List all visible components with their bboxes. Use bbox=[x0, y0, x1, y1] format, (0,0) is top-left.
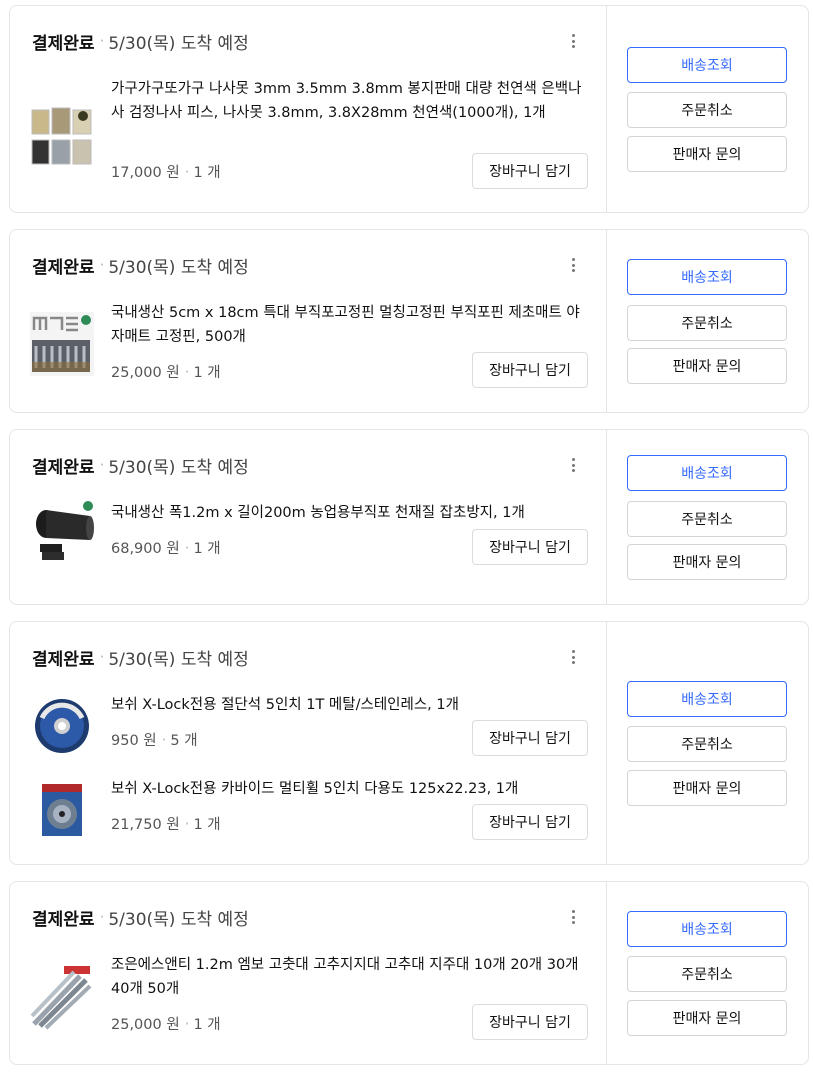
cancel-order-button[interactable]: 주문취소 bbox=[627, 92, 787, 128]
product-thumbnail[interactable] bbox=[30, 104, 94, 168]
more-options-icon[interactable] bbox=[563, 454, 583, 476]
order-card: 결제완료 · 5/30(목) 도착 예정 국내생산 폭1.2m x 길이200m… bbox=[9, 429, 809, 605]
order-header: 결제완료 · 5/30(목) 도착 예정 bbox=[32, 644, 249, 670]
arrival-date: 5/30(목) 도착 예정 bbox=[108, 649, 249, 670]
seller-inquiry-button[interactable]: 판매자 문의 bbox=[627, 1000, 787, 1036]
separator-dot: · bbox=[99, 32, 105, 50]
more-options-icon[interactable] bbox=[563, 646, 583, 668]
seller-inquiry-button[interactable]: 판매자 문의 bbox=[627, 544, 787, 580]
add-to-cart-button[interactable]: 장바구니 담기 bbox=[472, 1004, 588, 1040]
product-price: 68,900 원 · 1 개 bbox=[111, 537, 221, 558]
add-to-cart-button[interactable]: 장바구니 담기 bbox=[472, 529, 588, 565]
order-card: 결제완료 · 5/30(목) 도착 예정 가구가구또가구 나사못 3mm 3.5… bbox=[9, 5, 809, 213]
seller-inquiry-button[interactable]: 판매자 문의 bbox=[627, 348, 787, 384]
track-shipment-button[interactable]: 배송조회 bbox=[627, 259, 787, 295]
add-to-cart-button[interactable]: 장바구니 담기 bbox=[472, 804, 588, 840]
price-amount: 25,000 원 bbox=[111, 1017, 180, 1033]
product-name[interactable]: 보쉬 X-Lock전용 카바이드 멀티휠 5인치 다용도 125x22.23, … bbox=[111, 777, 591, 801]
quantity: 1 개 bbox=[193, 1017, 221, 1033]
separator-dot: · bbox=[184, 815, 190, 833]
product-name[interactable]: 국내생산 폭1.2m x 길이200m 농업용부직포 천재질 잡초방지, 1개 bbox=[111, 501, 591, 525]
arrival-date: 5/30(목) 도착 예정 bbox=[108, 909, 249, 930]
track-shipment-button[interactable]: 배송조회 bbox=[627, 911, 787, 947]
track-shipment-button[interactable]: 배송조회 bbox=[627, 47, 787, 83]
product-thumbnail[interactable] bbox=[30, 966, 94, 1030]
separator-dot: · bbox=[184, 363, 190, 381]
order-card: 결제완료 · 5/30(목) 도착 예정 보쉬 X-Lock전용 절단석 5인치… bbox=[9, 621, 809, 865]
quantity: 1 개 bbox=[193, 165, 221, 181]
track-shipment-button[interactable]: 배송조회 bbox=[627, 455, 787, 491]
arrival-date: 5/30(목) 도착 예정 bbox=[108, 457, 249, 478]
track-shipment-button[interactable]: 배송조회 bbox=[627, 681, 787, 717]
order-header: 결제완료 · 5/30(목) 도착 예정 bbox=[32, 452, 249, 478]
separator-dot: · bbox=[99, 256, 105, 274]
order-header: 결제완료 · 5/30(목) 도착 예정 bbox=[32, 252, 249, 278]
more-options-icon[interactable] bbox=[563, 254, 583, 276]
order-actions: 배송조회 주문취소 판매자 문의 bbox=[606, 622, 808, 864]
price-amount: 17,000 원 bbox=[111, 165, 180, 181]
cancel-order-button[interactable]: 주문취소 bbox=[627, 305, 787, 341]
order-items: 결제완료 · 5/30(목) 도착 예정 보쉬 X-Lock전용 절단석 5인치… bbox=[10, 622, 608, 864]
order-actions: 배송조회 주문취소 판매자 문의 bbox=[606, 430, 808, 604]
add-to-cart-button[interactable]: 장바구니 담기 bbox=[472, 153, 588, 189]
more-options-icon[interactable] bbox=[563, 906, 583, 928]
seller-inquiry-button[interactable]: 판매자 문의 bbox=[627, 136, 787, 172]
order-actions: 배송조회 주문취소 판매자 문의 bbox=[606, 6, 808, 212]
product-price: 25,000 원 · 1 개 bbox=[111, 361, 221, 382]
seller-inquiry-button[interactable]: 판매자 문의 bbox=[627, 770, 787, 806]
order-items: 결제완료 · 5/30(목) 도착 예정 조은에스앤티 1.2m 엠보 고춧대 … bbox=[10, 882, 608, 1064]
order-items: 결제완료 · 5/30(목) 도착 예정 국내생산 폭1.2m x 길이200m… bbox=[10, 430, 608, 604]
order-header: 결제완료 · 5/30(목) 도착 예정 bbox=[32, 904, 249, 930]
order-status: 결제완료 bbox=[32, 33, 95, 54]
product-name[interactable]: 보쉬 X-Lock전용 절단석 5인치 1T 메탈/스테인레스, 1개 bbox=[111, 693, 591, 717]
price-amount: 21,750 원 bbox=[111, 817, 180, 833]
separator-dot: · bbox=[184, 539, 190, 557]
quantity: 1 개 bbox=[193, 541, 221, 557]
order-status: 결제완료 bbox=[32, 457, 95, 478]
product-price: 950 원 · 5 개 bbox=[111, 729, 198, 750]
cancel-order-button[interactable]: 주문취소 bbox=[627, 956, 787, 992]
separator-dot: · bbox=[184, 163, 190, 181]
product-price: 17,000 원 · 1 개 bbox=[111, 161, 221, 182]
product-thumbnail[interactable] bbox=[30, 312, 94, 376]
add-to-cart-button[interactable]: 장바구니 담기 bbox=[472, 352, 588, 388]
order-actions: 배송조회 주문취소 판매자 문의 bbox=[606, 882, 808, 1064]
cancel-order-button[interactable]: 주문취소 bbox=[627, 726, 787, 762]
arrival-date: 5/30(목) 도착 예정 bbox=[108, 33, 249, 54]
separator-dot: · bbox=[99, 908, 105, 926]
order-header: 결제완료 · 5/30(목) 도착 예정 bbox=[32, 28, 249, 54]
order-status: 결제완료 bbox=[32, 257, 95, 278]
cancel-order-button[interactable]: 주문취소 bbox=[627, 501, 787, 537]
quantity: 1 개 bbox=[193, 817, 221, 833]
separator-dot: · bbox=[161, 731, 167, 749]
more-options-icon[interactable] bbox=[563, 30, 583, 52]
price-amount: 950 원 bbox=[111, 733, 157, 749]
product-thumbnail[interactable] bbox=[30, 778, 94, 842]
order-items: 결제완료 · 5/30(목) 도착 예정 가구가구또가구 나사못 3mm 3.5… bbox=[10, 6, 608, 212]
order-card: 결제완료 · 5/30(목) 도착 예정 조은에스앤티 1.2m 엠보 고춧대 … bbox=[9, 881, 809, 1065]
product-thumbnail[interactable] bbox=[30, 694, 94, 758]
separator-dot: · bbox=[184, 1015, 190, 1033]
separator-dot: · bbox=[99, 648, 105, 666]
quantity: 5 개 bbox=[170, 733, 198, 749]
order-items: 결제완료 · 5/30(목) 도착 예정 국내생산 5cm x 18cm 특대 … bbox=[10, 230, 608, 412]
price-amount: 68,900 원 bbox=[111, 541, 180, 557]
order-actions: 배송조회 주문취소 판매자 문의 bbox=[606, 230, 808, 412]
product-price: 25,000 원 · 1 개 bbox=[111, 1013, 221, 1034]
add-to-cart-button[interactable]: 장바구니 담기 bbox=[472, 720, 588, 756]
order-status: 결제완료 bbox=[32, 649, 95, 670]
product-name[interactable]: 조은에스앤티 1.2m 엠보 고춧대 고추지지대 고추대 지주대 10개 20개… bbox=[111, 953, 591, 1001]
order-card: 결제완료 · 5/30(목) 도착 예정 국내생산 5cm x 18cm 특대 … bbox=[9, 229, 809, 413]
order-status: 결제완료 bbox=[32, 909, 95, 930]
product-name[interactable]: 국내생산 5cm x 18cm 특대 부직포고정핀 멀칭고정핀 부직포핀 제초매… bbox=[111, 301, 591, 349]
quantity: 1 개 bbox=[193, 365, 221, 381]
arrival-date: 5/30(목) 도착 예정 bbox=[108, 257, 249, 278]
price-amount: 25,000 원 bbox=[111, 365, 180, 381]
product-thumbnail[interactable] bbox=[30, 500, 94, 564]
product-price: 21,750 원 · 1 개 bbox=[111, 813, 221, 834]
product-name[interactable]: 가구가구또가구 나사못 3mm 3.5mm 3.8mm 봉지판매 대량 천연색 … bbox=[111, 77, 591, 125]
separator-dot: · bbox=[99, 456, 105, 474]
